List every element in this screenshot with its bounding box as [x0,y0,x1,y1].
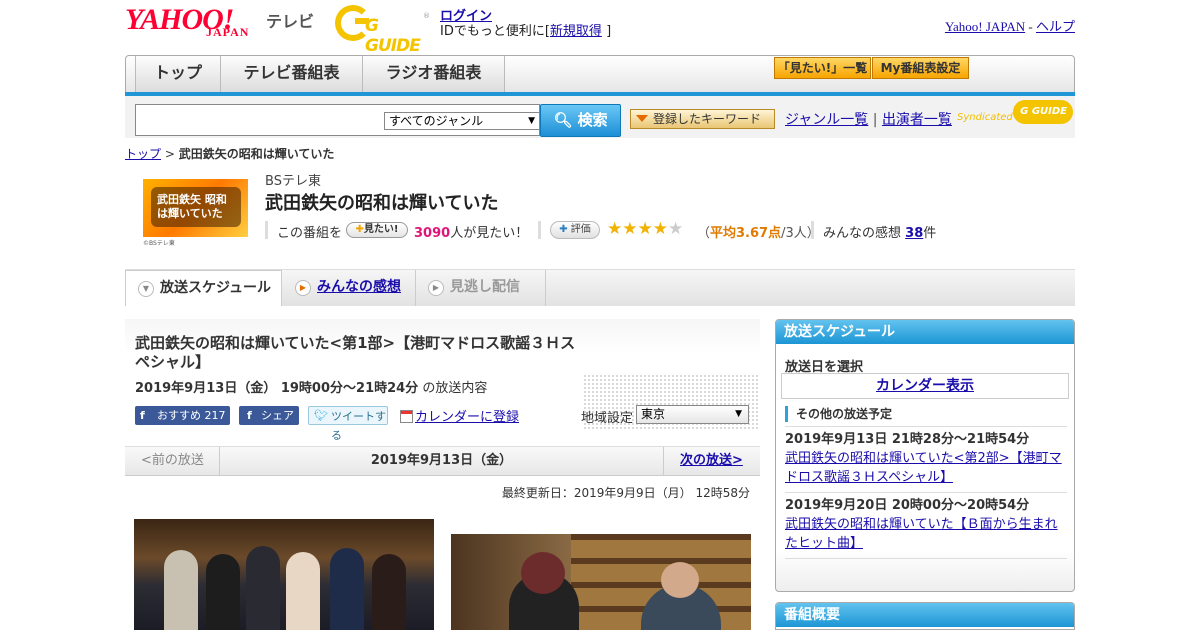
region-label: 地域設定 [581,411,634,426]
mitai-list-button[interactable]: 「見たい!」一覧 [774,57,871,79]
review-count: みんなの感想 38件 [823,226,937,241]
gguide-logo[interactable]: G GUIDE ® [335,4,430,56]
facebook-icon: f [247,409,252,422]
main-content: 武田鉄矢の昭和は輝いていた<第1部>【港町マドロス歌謡３Ｈスペシャル】 2019… [125,319,760,630]
id-promo: IDでもっと便利に[新規取得 ] [440,24,612,39]
plus-icon: ✚ [355,224,364,235]
program-stats: この番組を ✚見たい! 3090人が見たい！ ✚ 評価 ★★★★★ （平均3.6… [265,219,1075,242]
my-schedule-button[interactable]: My番組表設定 [872,57,969,79]
tab-broadcast-schedule[interactable]: ▼ 放送スケジュール [125,270,282,306]
add-to-calendar-link[interactable]: カレンダーに登録 [400,406,519,425]
schedule-panel: 放送スケジュール 放送日を選択 カレンダー表示 その他の放送予定 2019年9月… [775,319,1075,592]
dropdown-arrow-icon: ▼ [528,116,535,126]
breadcrumb-top-link[interactable]: トップ [125,147,161,161]
syndicated-label: Syndicated [957,112,1013,123]
page: YAHOO! JAPAN テレビ G GUIDE ® ログイン IDでもっと便利… [125,0,1075,630]
breadcrumb-current: 武田鉄矢の昭和は輝いていた [178,147,335,161]
yahoo-japan-logo-text: JAPAN [206,25,250,39]
divider [785,558,1067,562]
main-nav: トップ テレビ番組表 ラジオ番組表 「見たい!」一覧 My番組表設定 [125,55,1075,92]
schedule-panel-title: 放送スケジュール [776,320,1074,344]
tweet-button[interactable]: 🐦︎ ツイートする [308,406,388,442]
header-links: Yahoo! JAPAN - ヘルプ [944,19,1075,34]
tab-reviews[interactable]: ▶ みんなの感想 [283,270,416,306]
calendar-icon [400,410,413,423]
region-select[interactable]: 東京 ▼ [636,405,749,424]
cast-list-link[interactable]: 出演者一覧 [882,112,952,128]
sidebar: 放送スケジュール 放送日を選択 カレンダー表示 その他の放送予定 2019年9月… [775,319,1075,630]
overview-panel: 番組概要 [775,602,1075,630]
tv-label: テレビ [266,12,315,31]
list-item: 2019年9月13日 21時28分～21時54分 武田鉄矢の昭和は輝いていた<第2… [785,426,1067,487]
chevron-right-icon: ▶ [428,280,444,296]
other-broadcast-link[interactable]: 武田鉄矢の昭和は輝いていた【Ｂ面から生まれたヒット曲】 [785,517,1058,551]
last-updated: 最終更新日：2019年9月9日（月） 12時58分 [501,486,750,500]
star-icon: ★ [652,219,668,239]
star-icon: ★ [637,219,653,239]
genre-list-link[interactable]: ジャンル一覧 [785,112,868,128]
syndicated-gguide-logo: G GUIDE [1013,100,1073,124]
current-broadcast-date: 2019年9月13日（金） [370,453,513,468]
star-icon: ★ [607,219,623,239]
help-link[interactable]: ヘルプ [1036,19,1075,34]
episode-title: 武田鉄矢の昭和は輝いていた<第1部>【港町マドロス歌謡３Ｈスペシャル】 [135,334,576,371]
dropdown-arrow-icon: ▼ [735,409,742,419]
star-icon: ★ [668,219,684,239]
episode-photo-interview [451,534,751,630]
mitai-button[interactable]: ✚見たい! [346,222,408,238]
tab-radio-schedule[interactable]: ラジオ番組表 [363,56,505,92]
other-broadcasts-heading: その他の放送予定 [785,406,892,422]
prev-broadcast: <前の放送 [125,447,220,476]
tab-top[interactable]: トップ [135,56,221,92]
other-broadcast-link[interactable]: 武田鉄矢の昭和は輝いていた<第2部>【港町マドロス歌謡３Ｈスペシャル】 [785,451,1062,485]
rating-stars: ★★★★★ [607,219,683,239]
tab-tv-schedule[interactable]: テレビ番組表 [221,56,363,92]
program-subtabs: ▼ 放送スケジュール ▶ みんなの感想 ▶ 見逃し配信 [125,269,1075,306]
episode-datetime: 2019年9月13日（金） 19時00分～21時24分 の放送内容 [135,381,488,396]
yahoo-japan-link[interactable]: Yahoo! JAPAN [945,19,1025,34]
register-link[interactable]: 新規取得 [550,24,602,39]
plus-icon: ✚ [559,224,568,235]
program-title: 武田鉄矢の昭和は輝いていた [265,193,499,214]
genre-select[interactable]: すべてのジャンル ▼ [384,112,540,130]
calendar-display-button[interactable]: カレンダー表示 [781,373,1069,399]
review-count-link[interactable]: 38 [905,226,923,241]
chevron-down-icon: ▼ [138,281,154,297]
episode-header: 武田鉄矢の昭和は輝いていた<第1部>【港町マドロス歌謡３Ｈスペシャル】 2019… [125,319,760,442]
breadcrumb: トップ > 武田鉄矢の昭和は輝いていた [125,147,335,161]
twitter-bird-icon: 🐦︎ [314,409,328,422]
search-links: ジャンル一覧 | 出演者一覧 [785,112,952,128]
chevron-right-icon: ▶ [295,280,311,296]
search-input[interactable]: すべてのジャンル ▼ [135,104,540,136]
overview-panel-title: 番組概要 [776,603,1074,627]
facebook-icon: f [140,409,145,422]
search-icon: 🔍︎ [553,111,573,129]
rating-average: （平均3.67点/3人） [697,226,820,241]
search-bar: すべてのジャンル ▼ 🔍︎ 検索 登録したキーワード ジャンル一覧 | 出演者一覧… [125,96,1075,138]
star-icon: ★ [622,219,638,239]
facebook-recommend-button[interactable]: f おすすめ 217 [135,406,230,425]
next-broadcast-link[interactable]: 次の放送> [663,447,760,476]
saved-keyword-button[interactable]: 登録したキーワード [630,109,775,129]
channel-name: BSテレ東 [265,174,321,189]
facebook-share-button[interactable]: f シェア [239,406,299,425]
rate-button[interactable]: ✚ 評価 [550,221,600,239]
triangle-down-icon [636,115,648,122]
list-item: 2019年9月20日 20時00分～20時54分 武田鉄矢の昭和は輝いていた【Ｂ面… [785,492,1067,553]
thumbnail-caption: ©BSテレ東 [143,240,175,247]
episode-photo-studio [134,519,434,630]
header: YAHOO! JAPAN テレビ G GUIDE ® ログイン IDでもっと便利… [125,0,1075,57]
tab-catch-up: ▶ 見逃し配信 [416,270,546,306]
gguide-logo-text: G GUIDE [365,16,421,56]
mitai-count: 3090人が見たい！ [414,226,529,241]
broadcast-pager: <前の放送 2019年9月13日（金） 次の放送> [125,446,760,476]
program-thumbnail: 武田鉄矢 昭和は輝いていた [143,179,248,237]
search-button[interactable]: 🔍︎ 検索 [540,104,621,137]
